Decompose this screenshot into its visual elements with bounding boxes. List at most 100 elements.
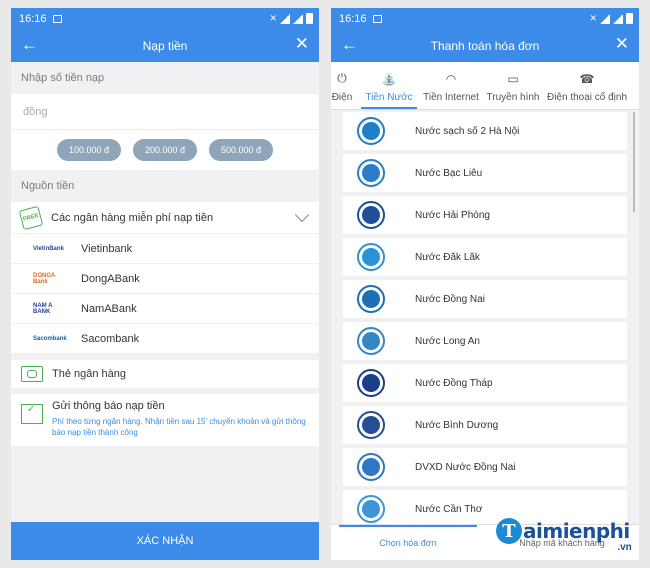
- preset-amount-500k[interactable]: 500.000 đ: [209, 139, 273, 161]
- provider-logo: [357, 159, 385, 187]
- tab-tv[interactable]: ▭ Truyền hình: [483, 62, 543, 109]
- close-icon[interactable]: ✕: [295, 35, 309, 53]
- provider-item[interactable]: Nước sạch số 2 Hà Nội: [343, 112, 627, 150]
- tab-electricity[interactable]: ⏻ Điện: [331, 62, 357, 109]
- bank-name: Sacombank: [81, 332, 140, 345]
- wifi-signal-icon: [280, 13, 290, 24]
- provider-item[interactable]: Nước Đồng Tháp: [343, 364, 627, 402]
- gallery-icon: [372, 15, 382, 23]
- faucet-icon: ⛲: [381, 72, 397, 86]
- bank-name: DongABank: [81, 272, 140, 285]
- cell-signal-icon: [613, 13, 623, 24]
- amount-section-label: Nhập số tiền nạp: [11, 62, 319, 94]
- status-time: 16:16: [339, 13, 367, 25]
- preset-amount-200k[interactable]: 200.000 đ: [133, 139, 197, 161]
- notify-title: Gửi thông báo nạp tiền: [52, 400, 165, 412]
- status-bar: 16:16 ✕: [331, 8, 639, 30]
- provider-item[interactable]: Nước Hải Phòng: [343, 196, 627, 234]
- provider-name: Nước Bạc Liêu: [415, 167, 483, 179]
- notify-description: Phí theo từng ngân hàng. Nhận tiền sau 1…: [52, 417, 306, 437]
- provider-logo: [357, 369, 385, 397]
- power-icon: ⏻: [337, 71, 347, 85]
- provider-name: Nước Long An: [415, 335, 480, 347]
- status-bar: 16:16 ✕: [11, 8, 319, 30]
- provider-item[interactable]: Nước Đăk Lăk: [343, 238, 627, 276]
- provider-logo: [357, 243, 385, 271]
- watermark-suffix: .vn: [617, 542, 632, 553]
- bank-item-vietinbank[interactable]: VietinBank Vietinbank: [11, 234, 319, 264]
- tab-internet[interactable]: ◠ Tiền Internet: [419, 62, 483, 109]
- provider-logo: [357, 495, 385, 523]
- bank-item-sacombank[interactable]: Sacombank Sacombank: [11, 324, 319, 354]
- bank-card-label: Thẻ ngân hàng: [52, 368, 127, 380]
- provider-item[interactable]: DVXD Nước Đồng Nai: [343, 448, 627, 486]
- chevron-down-icon: [294, 207, 310, 223]
- dongabank-logo: DONGA Bank: [33, 272, 56, 285]
- tab-label: Tiền Nước: [365, 92, 413, 103]
- tab-label: Tiền Internet: [423, 92, 479, 103]
- tab-select-bill[interactable]: Chọn hóa đơn: [331, 525, 485, 560]
- free-banks-label: Các ngân hàng miễn phí nạp tiền: [51, 211, 214, 224]
- tab-landline[interactable]: ☎ Điện thoại cố định: [543, 62, 631, 109]
- battery-icon: [306, 13, 313, 24]
- tab-label: Truyền hình: [486, 92, 540, 103]
- provider-logo: [357, 327, 385, 355]
- provider-list: Nước sạch số 2 Hà Nội Nước Bạc Liêu Nước…: [331, 112, 639, 528]
- preset-amount-100k[interactable]: 100.000 đ: [57, 139, 121, 161]
- page-title: Thanh toán hóa đơn: [430, 39, 540, 53]
- provider-logo: [357, 453, 385, 481]
- provider-name: DVXD Nước Đồng Nai: [415, 461, 516, 473]
- vietinbank-logo: VietinBank: [33, 245, 64, 252]
- bank-card-icon: [21, 366, 43, 382]
- battery-icon: [626, 13, 633, 24]
- bill-payment-screen: 16:16 ✕ ← Thanh toán hóa đơn ✕ ⏻ Điện ⛲ …: [331, 8, 639, 560]
- provider-item[interactable]: Nước Bạc Liêu: [343, 154, 627, 192]
- provider-logo: [357, 411, 385, 439]
- envelope-check-icon: [21, 404, 43, 424]
- source-section-label: Nguồn tiền: [11, 170, 319, 202]
- provider-name: Nước sạch số 2 Hà Nội: [415, 125, 520, 137]
- provider-name: Nước Bình Dương: [415, 419, 499, 431]
- provider-item[interactable]: Nước Long An: [343, 322, 627, 360]
- bill-category-tabs: ⏻ Điện ⛲ Tiền Nước ◠ Tiền Internet ▭ Tru…: [331, 62, 639, 110]
- telephone-icon: ☎: [579, 72, 595, 86]
- transfer-notify-option[interactable]: Gửi thông báo nạp tiền Phí theo từng ngâ…: [11, 388, 319, 446]
- provider-name: Nước Hải Phòng: [415, 209, 490, 221]
- sacombank-logo: Sacombank: [33, 335, 67, 342]
- confirm-button[interactable]: XÁC NHẬN: [11, 522, 319, 560]
- bank-card-option[interactable]: Thẻ ngân hàng: [11, 354, 319, 388]
- tab-water[interactable]: ⛲ Tiền Nước: [361, 62, 417, 109]
- close-icon[interactable]: ✕: [615, 35, 629, 53]
- tab-label: Điện: [331, 92, 353, 103]
- tab-label: Điện thoại cố định: [546, 92, 628, 103]
- gallery-icon: [52, 15, 62, 23]
- top-up-screen: 16:16 ✕ ← Nạp tiền ✕ Nhập số tiền nạp đồ…: [11, 8, 319, 560]
- mute-icon: ✕: [589, 13, 597, 23]
- tv-icon: ▭: [507, 72, 519, 86]
- amount-input[interactable]: đồng: [11, 94, 319, 130]
- wifi-signal-icon: [600, 13, 610, 24]
- back-arrow-icon[interactable]: ←: [21, 36, 38, 54]
- app-bar: ← Nạp tiền ✕: [11, 30, 319, 62]
- provider-name: Nước Đồng Tháp: [415, 377, 493, 389]
- watermark-letter: T: [496, 518, 522, 544]
- back-arrow-icon[interactable]: ←: [341, 36, 358, 54]
- bank-item-dongabank[interactable]: DONGA Bank DongABank: [11, 264, 319, 294]
- provider-name: Nước Đồng Nai: [415, 293, 485, 305]
- provider-item[interactable]: Nước Bình Dương: [343, 406, 627, 444]
- bank-name: NamABank: [81, 302, 137, 315]
- provider-name: Nước Cần Thơ: [415, 503, 483, 515]
- free-tag-icon: FREE: [18, 205, 44, 230]
- bank-item-namabank[interactable]: NAM A BANK NamABank: [11, 294, 319, 324]
- provider-name: Nước Đăk Lăk: [415, 251, 480, 263]
- provider-logo: [357, 201, 385, 229]
- app-bar: ← Thanh toán hóa đơn ✕: [331, 30, 639, 62]
- provider-item[interactable]: Nước Đồng Nai: [343, 280, 627, 318]
- bank-name: Vietinbank: [81, 242, 133, 255]
- list-scrollbar[interactable]: [633, 112, 635, 212]
- free-banks-dropdown[interactable]: FREE Các ngân hàng miễn phí nạp tiền: [11, 202, 319, 234]
- site-watermark-logo: T aimienphi .vn: [496, 518, 632, 553]
- wifi-icon: ◠: [445, 72, 457, 86]
- source-list: FREE Các ngân hàng miễn phí nạp tiền Vie…: [11, 202, 319, 354]
- mute-icon: ✕: [269, 13, 277, 23]
